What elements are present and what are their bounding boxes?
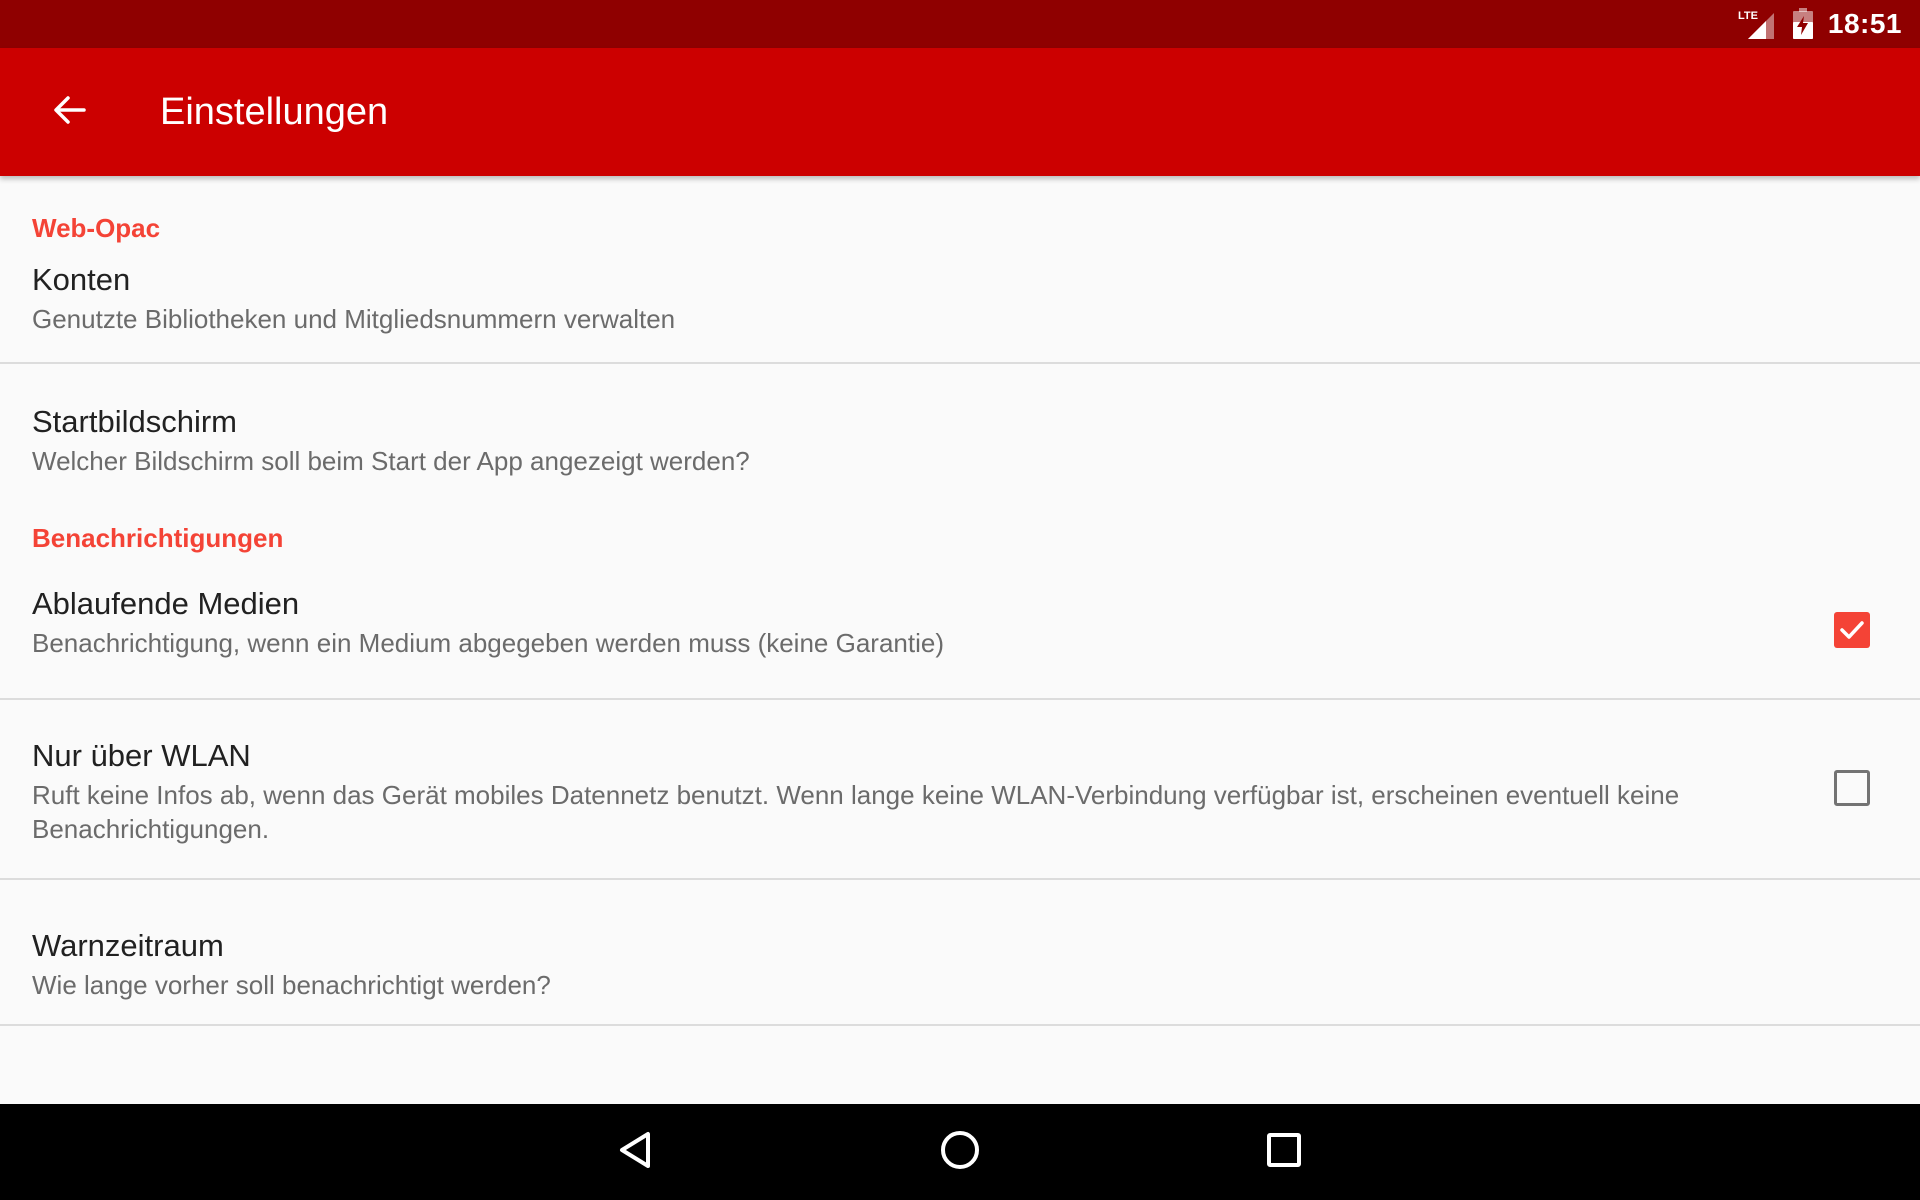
home-circle-icon	[938, 1128, 982, 1177]
category-header-web-opac: Web-Opac	[32, 213, 161, 243]
back-button[interactable]	[40, 82, 100, 142]
recents-square-icon	[1264, 1130, 1304, 1175]
status-time: 18:51	[1827, 8, 1902, 39]
nav-back-button[interactable]	[606, 1122, 666, 1182]
pref-item-ablaufende-medien[interactable]: Ablaufende Medien Benachrichtigung, wenn…	[0, 566, 1920, 700]
pref-title: Startbildschirm	[32, 404, 237, 439]
page-title: Einstellungen	[160, 91, 389, 133]
pref-title: Nur über WLAN	[32, 738, 251, 773]
pref-item-startbildschirm[interactable]: Startbildschirm Welcher Bildschirm soll …	[0, 364, 1920, 484]
lte-label: LTE	[1738, 10, 1758, 22]
nav-home-button[interactable]	[930, 1122, 990, 1182]
pref-summary: Benachrichtigung, wenn ein Medium abgege…	[32, 628, 944, 658]
back-triangle-icon	[616, 1128, 656, 1177]
pref-title: Konten	[32, 262, 131, 297]
pref-title: Warnzeitraum	[32, 928, 224, 963]
navigation-bar	[0, 1104, 1920, 1200]
checkmark-icon	[1834, 621, 1870, 652]
lte-signal-icon: LTE	[1738, 7, 1778, 41]
nav-recents-button[interactable]	[1254, 1122, 1314, 1182]
settings-list: Web-Opac Konten Genutzte Bibliotheken un…	[0, 176, 1920, 1104]
pref-summary: Welcher Bildschirm soll beim Start der A…	[32, 446, 750, 476]
settings-screen: LTE 18:51 Einstellungen Web-Opac Konten …	[0, 0, 1920, 1200]
pref-summary: Wie lange vorher soll benachrichtigt wer…	[32, 970, 551, 1000]
pref-title: Ablaufende Medien	[32, 586, 300, 621]
pref-item-konten[interactable]: Konten Genutzte Bibliotheken und Mitglie…	[0, 256, 1920, 364]
app-bar: Einstellungen	[0, 48, 1920, 176]
category-header-benachrichtigungen: Benachrichtigungen	[32, 523, 284, 553]
pref-summary: Ruft keine Infos ab, wenn das Gerät mobi…	[32, 780, 1680, 844]
ablaufende-medien-checkbox[interactable]	[1834, 612, 1870, 648]
pref-item-nur-ueber-wlan[interactable]: Nur über WLAN Ruft keine Infos ab, wenn …	[0, 700, 1920, 880]
battery-charging-icon	[1792, 8, 1814, 40]
pref-item-warnzeitraum[interactable]: Warnzeitraum Wie lange vorher soll benac…	[0, 880, 1920, 1026]
status-icons: LTE 18:51	[1738, 0, 1902, 48]
status-bar: LTE 18:51	[0, 0, 1920, 48]
pref-summary: Genutzte Bibliotheken und Mitgliedsnumme…	[32, 304, 676, 334]
nur-ueber-wlan-checkbox[interactable]	[1834, 770, 1870, 806]
arrow-back-icon	[50, 90, 90, 135]
